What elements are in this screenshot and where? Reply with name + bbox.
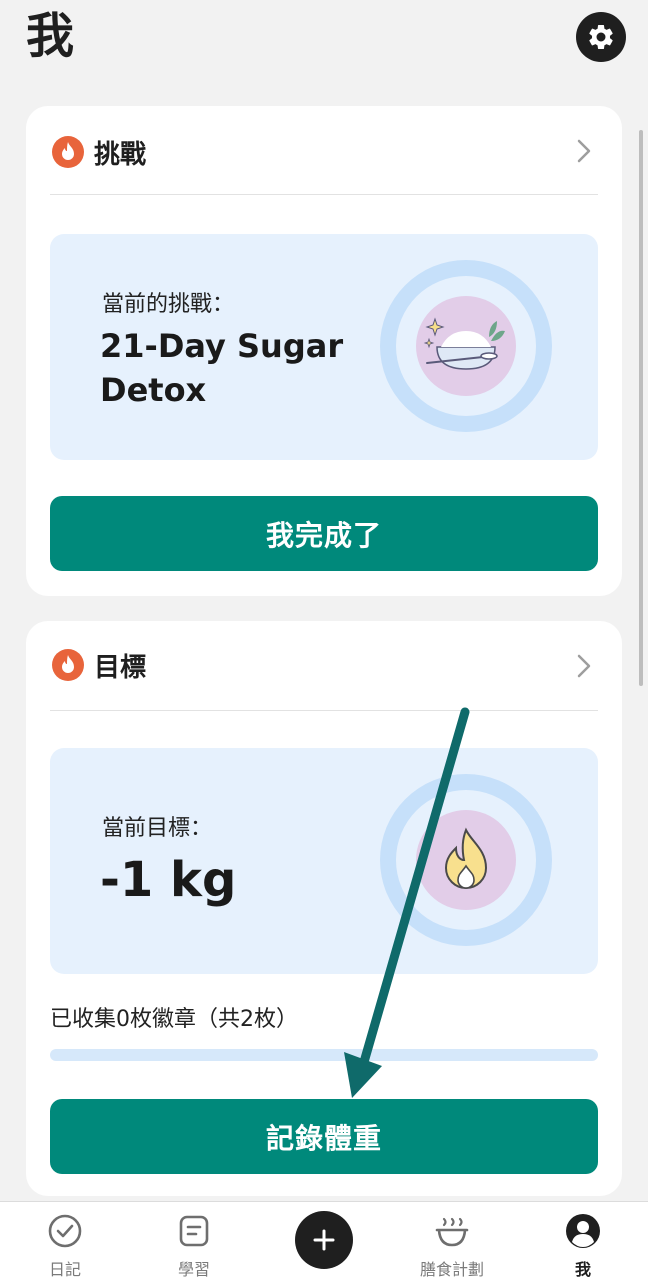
challenge-card-title: 挑戰 — [94, 139, 147, 170]
divider — [50, 710, 598, 711]
add-button[interactable] — [295, 1211, 353, 1269]
current-goal-panel: 當前目標： -1 kg — [50, 748, 598, 974]
challenge-illustration — [380, 260, 552, 432]
tab-learn-label: 學習 — [177, 1260, 210, 1279]
sugar-bowl-icon — [423, 317, 505, 370]
badges-progress-bar — [50, 1049, 598, 1061]
goal-illustration — [380, 774, 552, 946]
current-challenge-value-line1: 21-Day Sugar — [100, 327, 344, 365]
profile-icon — [566, 1214, 600, 1248]
plus-icon — [313, 1229, 335, 1251]
tab-diary-label: 日記 — [48, 1260, 81, 1279]
challenge-card-header[interactable]: 挑戰 — [52, 132, 146, 172]
divider — [50, 194, 598, 195]
scrollbar[interactable] — [639, 130, 643, 686]
tab-learn[interactable]: 學習 — [139, 1202, 249, 1281]
flame-icon — [444, 827, 488, 889]
goal-card: 目標 當前目標： -1 kg 已收集0枚徽章（共2枚） 記錄體重 — [26, 621, 622, 1196]
flame-badge-icon — [52, 136, 84, 168]
goal-card-title: 目標 — [94, 652, 147, 683]
challenge-card: 挑戰 當前的挑戰： 21-Day Sugar Detox 我完成了 — [26, 106, 622, 596]
tab-me-label: 我 — [574, 1260, 591, 1279]
settings-button[interactable] — [576, 12, 626, 62]
tab-meal-plan[interactable]: 膳食計劃 — [397, 1202, 507, 1281]
bowl-icon — [435, 1217, 469, 1247]
badges-collected-text: 已收集0枚徽章（共2枚） — [50, 1007, 298, 1032]
tab-me[interactable]: 我 — [528, 1202, 638, 1281]
tab-diary[interactable]: 日記 — [10, 1202, 120, 1281]
flame-badge-icon — [52, 649, 84, 681]
tab-meal-plan-label: 膳食計劃 — [419, 1260, 484, 1279]
current-challenge-panel: 當前的挑戰： 21-Day Sugar Detox — [50, 234, 598, 460]
complete-challenge-button[interactable]: 我完成了 — [50, 496, 598, 571]
current-challenge-value: 21-Day Sugar Detox — [100, 324, 343, 412]
gear-icon — [589, 24, 613, 49]
goal-card-header[interactable]: 目標 — [52, 645, 146, 685]
current-goal-label: 當前目標： — [102, 816, 213, 841]
chevron-right-icon[interactable] — [576, 653, 592, 679]
document-icon — [179, 1215, 209, 1247]
check-circle-icon — [48, 1214, 82, 1248]
current-challenge-label: 當前的挑戰： — [102, 292, 235, 317]
log-weight-button[interactable]: 記錄體重 — [50, 1099, 598, 1174]
chevron-right-icon[interactable] — [576, 138, 592, 164]
current-challenge-value-line2: Detox — [100, 371, 207, 409]
page-title: 我 — [26, 8, 75, 64]
current-goal-value: -1 kg — [100, 852, 237, 908]
